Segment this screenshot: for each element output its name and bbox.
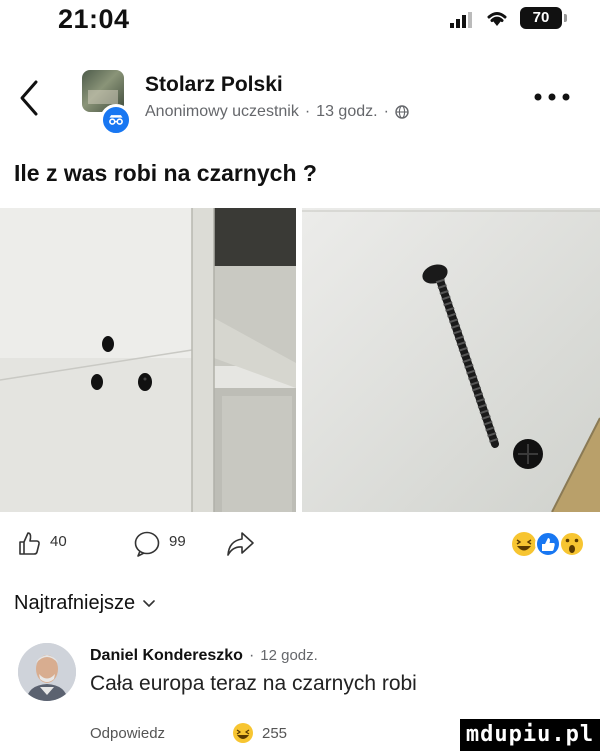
post-time: 13 godz. [316, 103, 378, 120]
battery-tip [564, 14, 567, 22]
chevron-down-icon [143, 599, 155, 607]
like-reaction-icon [535, 531, 561, 557]
watermark-logo: mdupiu.pl [460, 719, 600, 751]
screw-holes-photo[interactable] [0, 208, 296, 512]
back-chevron-icon[interactable] [18, 78, 40, 118]
post-actions: 40 99 [0, 528, 600, 564]
post-text: Ile z was robi na czarnych ? [14, 160, 317, 186]
share-arrow-icon[interactable] [225, 530, 255, 558]
post-meta: Anonimowy uczestnik · 13 godz. · [145, 103, 409, 121]
globe-icon [395, 105, 409, 119]
commenter-name-row: Daniel Kondereszko · 12 godz. [90, 647, 318, 665]
battery-icon: 70 [520, 7, 562, 29]
status-bar: 21:04 70 [0, 0, 600, 44]
comment-text: Cała europa teraz na czarnych robi [90, 672, 417, 695]
comment-reaction-count: 255 [262, 725, 288, 742]
black-screw-photo[interactable] [302, 208, 600, 512]
meta-separator-2: · [383, 103, 389, 120]
reaction-summary[interactable] [510, 528, 590, 560]
like-count: 40 [50, 533, 67, 550]
screw-holes-illustration [0, 208, 296, 512]
more-options-icon[interactable] [532, 92, 572, 102]
haha-reaction-icon [512, 532, 536, 556]
signal-icon [450, 12, 472, 28]
reply-button[interactable]: Odpowiedz [90, 725, 165, 742]
commenter-portrait [18, 643, 76, 701]
meta-separator: · [304, 103, 311, 120]
comment-bubble-icon[interactable] [133, 530, 161, 558]
comment-meta-separator: · [248, 647, 255, 664]
post-author: Anonimowy uczestnik [145, 103, 299, 120]
wifi-icon [487, 12, 507, 26]
sort-label-text: Najtrafniejsze [14, 592, 136, 614]
comment-sort-dropdown[interactable]: Najtrafniejsze [14, 592, 155, 615]
like-thumb-icon[interactable] [17, 530, 41, 556]
anonymous-badge-icon [100, 104, 132, 136]
status-time: 21:04 [58, 4, 130, 34]
haha-reaction-icon[interactable] [232, 722, 254, 744]
commenter-name-link[interactable]: Daniel Kondereszko [90, 647, 243, 665]
black-screw-illustration [302, 208, 600, 512]
commenter-avatar[interactable] [18, 643, 76, 701]
group-name-link[interactable]: Stolarz Polski [145, 73, 283, 97]
comment-count: 99 [169, 533, 186, 550]
comment-time: 12 godz. [260, 647, 318, 664]
wow-reaction-icon [559, 531, 585, 557]
